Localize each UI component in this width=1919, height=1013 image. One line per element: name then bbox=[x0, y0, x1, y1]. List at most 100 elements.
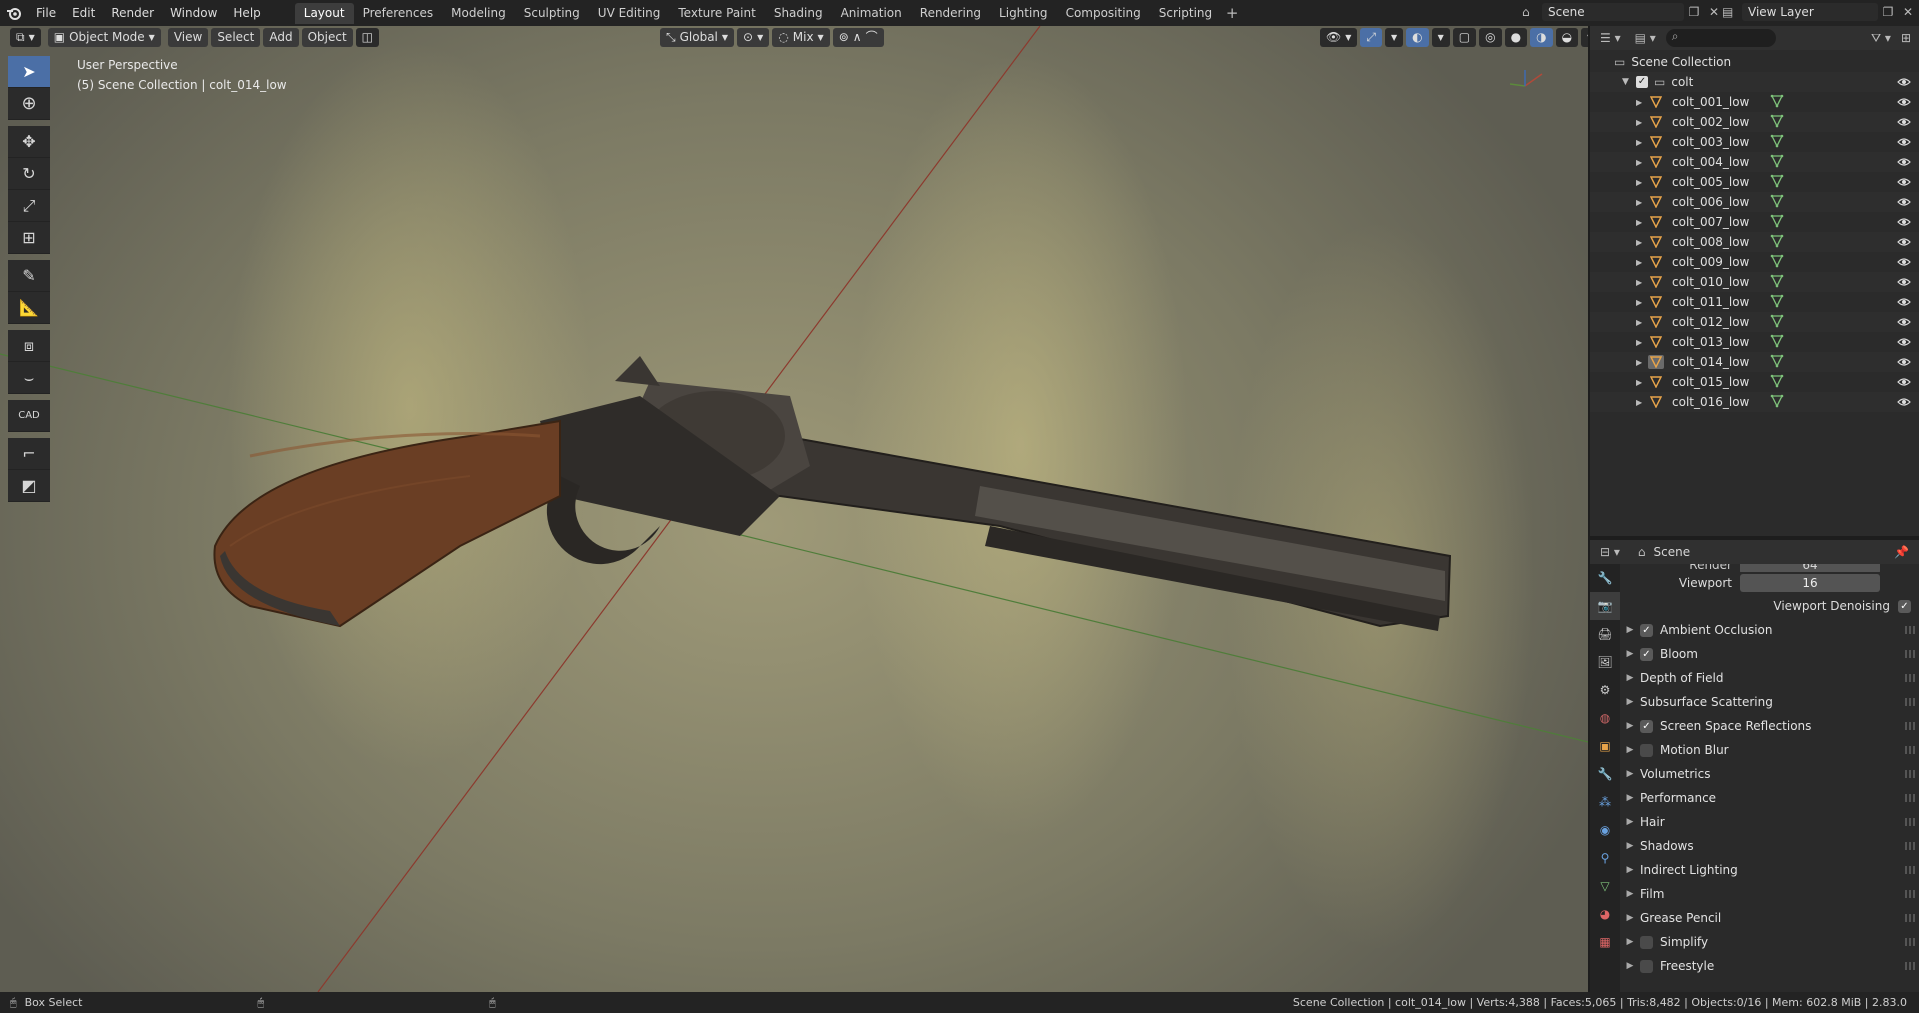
outliner-object-row[interactable]: ▶ colt_003_low bbox=[1590, 132, 1919, 152]
workspace-tab-scripting[interactable]: Scripting bbox=[1150, 3, 1221, 24]
data-tab[interactable]: ▽ bbox=[1590, 872, 1620, 900]
properties-editor-icon[interactable]: ⊟ ▾ bbox=[1600, 545, 1620, 559]
eye-icon[interactable] bbox=[1897, 175, 1911, 189]
proportional-editing-button[interactable]: ⊚ ∧ ⌒ bbox=[832, 27, 884, 47]
gizmo-dropdown[interactable]: ▼ bbox=[1385, 27, 1404, 47]
shading-material[interactable]: ◑ bbox=[1530, 27, 1553, 47]
annotate-tool[interactable]: ✎ bbox=[8, 260, 50, 292]
outliner-object-row[interactable]: ▶ colt_012_low bbox=[1590, 312, 1919, 332]
transform-orientation-dropdown[interactable]: ⤡ Global ▼ bbox=[660, 27, 735, 47]
scene-tab[interactable]: ⚙ bbox=[1590, 676, 1620, 704]
display-mode-icon[interactable]: ▤ ▾ bbox=[1635, 31, 1656, 45]
mesh-data-icon[interactable] bbox=[1770, 274, 1784, 291]
xray-toggle[interactable]: ▢ bbox=[1452, 27, 1477, 47]
outliner-search-input[interactable]: ⌕ bbox=[1665, 29, 1776, 47]
mesh-data-icon[interactable] bbox=[1770, 194, 1784, 211]
menu-help[interactable]: Help bbox=[225, 0, 268, 26]
drag-handle-icon[interactable] bbox=[1905, 914, 1915, 922]
panel-freestyle[interactable]: ▶ Freestyle bbox=[1620, 954, 1919, 978]
eye-icon[interactable] bbox=[1897, 275, 1911, 289]
outliner-object-row[interactable]: ▶ colt_002_low bbox=[1590, 112, 1919, 132]
expand-arrow-icon[interactable]: ▶ bbox=[1636, 138, 1648, 147]
eye-icon[interactable] bbox=[1897, 255, 1911, 269]
workspace-tab-shading[interactable]: Shading bbox=[765, 3, 832, 24]
physics-tab[interactable]: ◉ bbox=[1590, 816, 1620, 844]
panel-volumetrics[interactable]: ▶ Volumetrics bbox=[1620, 762, 1919, 786]
move-tool[interactable]: ✥ bbox=[8, 126, 50, 158]
expand-arrow-icon[interactable]: ▶ bbox=[1636, 398, 1648, 407]
scene-name-field[interactable]: Scene bbox=[1542, 3, 1684, 21]
panel-motion-blur[interactable]: ▶ Motion Blur bbox=[1620, 738, 1919, 762]
viewport-menu-add[interactable]: Add bbox=[263, 27, 299, 47]
expand-arrow-icon[interactable]: ▶ bbox=[1636, 338, 1648, 347]
outliner-object-row[interactable]: ▶ colt_001_low bbox=[1590, 92, 1919, 112]
expand-arrow-icon[interactable]: ▶ bbox=[1636, 198, 1648, 207]
mesh-data-icon[interactable] bbox=[1770, 234, 1784, 251]
outliner-object-row[interactable]: ▶ colt_016_low bbox=[1590, 392, 1919, 412]
collection-checkbox[interactable]: ✓ bbox=[1636, 76, 1648, 88]
viewport-menu-select[interactable]: Select bbox=[211, 27, 261, 47]
drag-handle-icon[interactable] bbox=[1905, 770, 1915, 778]
panel-performance[interactable]: ▶ Performance bbox=[1620, 786, 1919, 810]
pin-icon[interactable]: 📌 bbox=[1894, 545, 1909, 559]
menu-edit[interactable]: Edit bbox=[64, 0, 103, 26]
overlay-dropdown[interactable]: ▼ bbox=[1431, 27, 1450, 47]
output-tab[interactable]: 🖨 bbox=[1590, 620, 1620, 648]
panel-shadows[interactable]: ▶ Shadows bbox=[1620, 834, 1919, 858]
outliner-object-row[interactable]: ▶ colt_015_low bbox=[1590, 372, 1919, 392]
outliner-object-row[interactable]: ▶ colt_008_low bbox=[1590, 232, 1919, 252]
mesh-data-icon[interactable] bbox=[1770, 174, 1784, 191]
workspace-tab-uv-editing[interactable]: UV Editing bbox=[589, 3, 670, 24]
drag-handle-icon[interactable] bbox=[1905, 962, 1915, 970]
expand-arrow-icon[interactable]: ▶ bbox=[1636, 378, 1648, 387]
expand-arrow-icon[interactable]: ▶ bbox=[1636, 118, 1648, 127]
panel-checkbox[interactable]: ✓ bbox=[1640, 623, 1653, 637]
eye-icon[interactable] bbox=[1897, 295, 1911, 309]
panel-checkbox[interactable]: ✓ bbox=[1640, 647, 1653, 661]
scale-tool[interactable]: ⤢ bbox=[8, 190, 50, 222]
visibility-button[interactable]: 👁 ▼ bbox=[1320, 27, 1358, 47]
constraints-tab[interactable]: ⚲ bbox=[1590, 844, 1620, 872]
bevel-tool[interactable]: ⌐ bbox=[8, 438, 50, 470]
new-scene-icon[interactable]: ❐ bbox=[1684, 5, 1704, 19]
menu-render[interactable]: Render bbox=[103, 0, 162, 26]
remove-scene-icon[interactable]: ✕ bbox=[1704, 5, 1724, 19]
eye-icon[interactable] bbox=[1897, 95, 1911, 109]
expand-arrow-icon[interactable]: ▶ bbox=[1636, 178, 1648, 187]
workspace-tab-texture-paint[interactable]: Texture Paint bbox=[669, 3, 764, 24]
eye-icon[interactable] bbox=[1897, 195, 1911, 209]
eye-icon[interactable] bbox=[1897, 335, 1911, 349]
tool-tab[interactable]: 🔧 bbox=[1590, 564, 1620, 592]
panel-bloom[interactable]: ▶ ✓ Bloom bbox=[1620, 642, 1919, 666]
render-tab[interactable]: 📷 bbox=[1590, 592, 1620, 620]
editor-type-button[interactable]: ⧉ ▼ bbox=[10, 27, 41, 47]
outliner-object-row[interactable]: ▶ colt_009_low bbox=[1590, 252, 1919, 272]
blender-logo-icon[interactable] bbox=[0, 0, 28, 26]
outliner-object-row[interactable]: ▶ colt_004_low bbox=[1590, 152, 1919, 172]
menu-window[interactable]: Window bbox=[162, 0, 225, 26]
eye-icon[interactable] bbox=[1897, 355, 1911, 369]
snap-dropdown[interactable]: ◌ Mix ▼ bbox=[772, 27, 830, 47]
workspace-tab-preferences[interactable]: Preferences bbox=[354, 3, 443, 24]
rotate-tool[interactable]: ↻ bbox=[8, 158, 50, 190]
drag-handle-icon[interactable] bbox=[1905, 842, 1915, 850]
add-workspace-button[interactable]: + bbox=[1221, 3, 1243, 23]
drag-handle-icon[interactable] bbox=[1905, 818, 1915, 826]
drag-handle-icon[interactable] bbox=[1905, 626, 1915, 634]
outliner-object-row[interactable]: ▶ colt_011_low bbox=[1590, 292, 1919, 312]
viewport-denoising-checkbox[interactable]: ✓ bbox=[1898, 599, 1911, 613]
modifier-tab[interactable]: 🔧 bbox=[1590, 760, 1620, 788]
outliner-object-row[interactable]: ▶ colt_014_low bbox=[1590, 352, 1919, 372]
add-cube-tool[interactable]: ⧈ bbox=[8, 330, 50, 362]
expand-arrow-icon[interactable]: ▶ bbox=[1636, 238, 1648, 247]
transform-tool[interactable]: ⊞ bbox=[8, 222, 50, 254]
cad-tool[interactable]: CAD bbox=[8, 400, 50, 432]
new-collection-icon[interactable]: ⊞ bbox=[1901, 31, 1911, 45]
eye-icon[interactable] bbox=[1897, 235, 1911, 249]
workspace-tab-layout[interactable]: Layout bbox=[294, 2, 354, 24]
drag-handle-icon[interactable] bbox=[1905, 938, 1915, 946]
eye-icon[interactable] bbox=[1897, 135, 1911, 149]
world-tab[interactable]: ◍ bbox=[1590, 704, 1620, 732]
panel-checkbox[interactable] bbox=[1640, 743, 1653, 757]
shading-rendered[interactable]: ◒ bbox=[1555, 27, 1579, 47]
